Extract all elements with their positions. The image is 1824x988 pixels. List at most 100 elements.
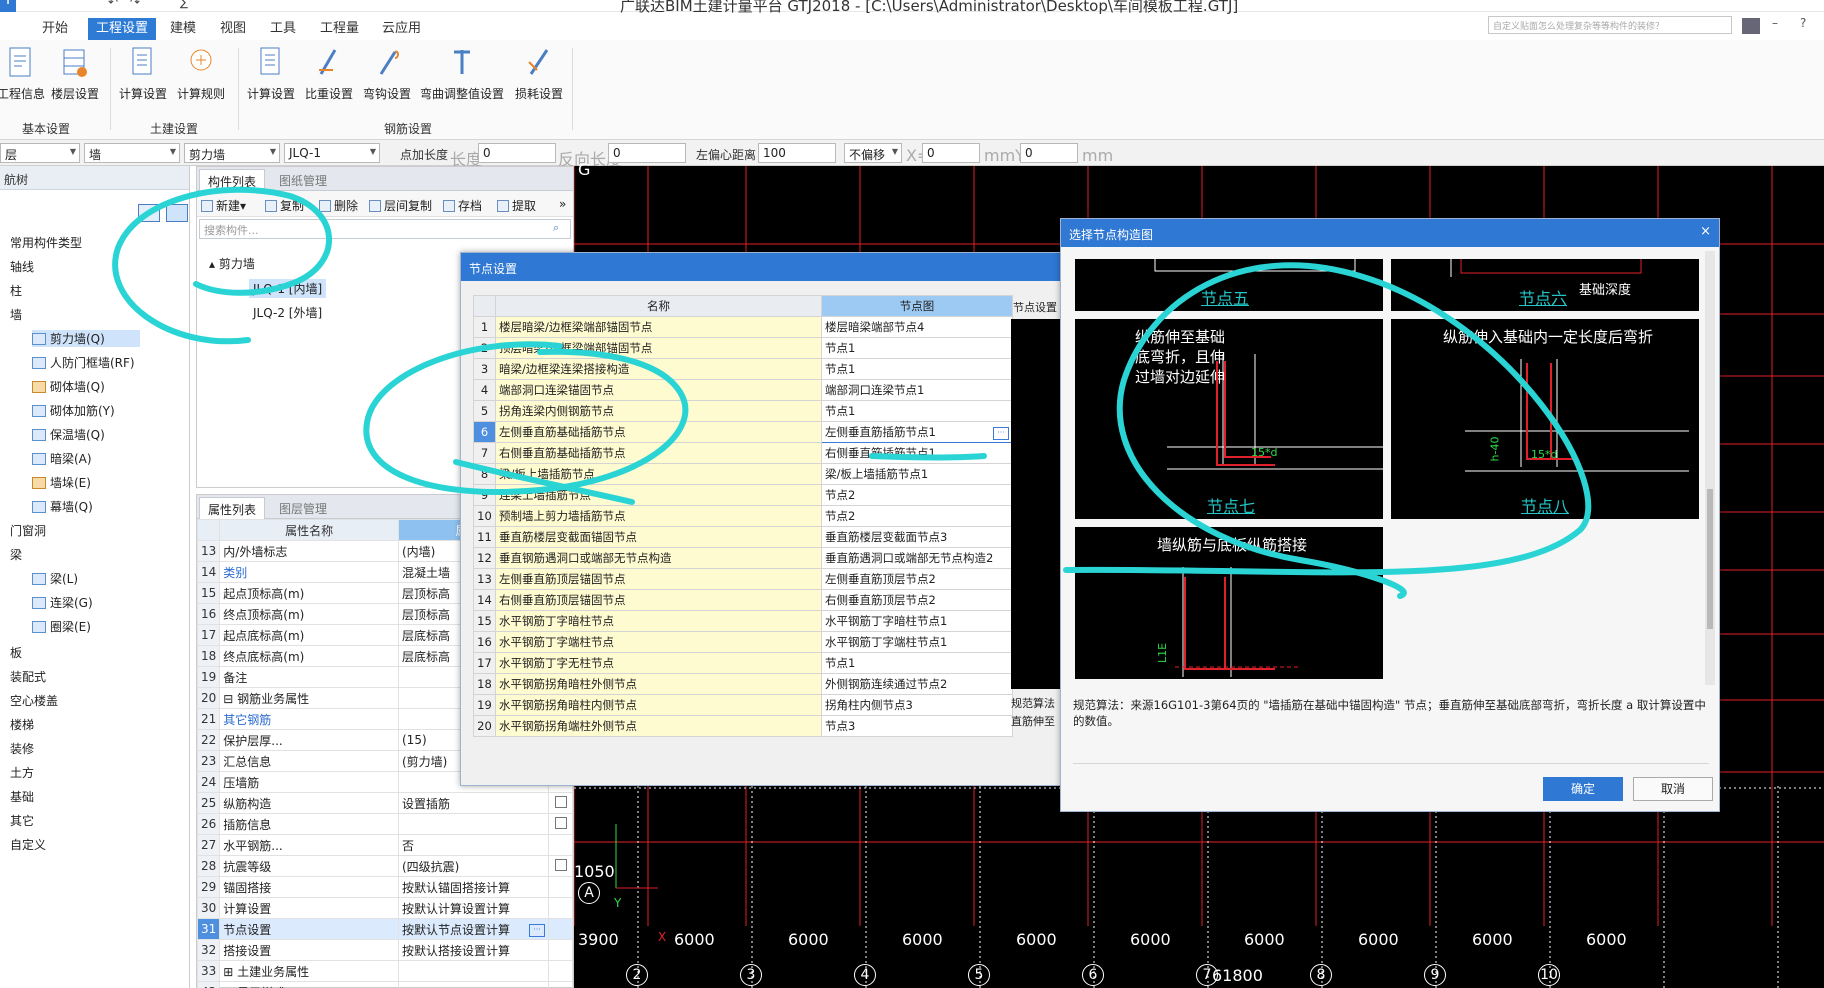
y-input[interactable]: 0	[1020, 143, 1078, 163]
nav-insulation-wall[interactable]: 保温墙(Q)	[32, 426, 105, 443]
node-row[interactable]: 8 梁/板上墙插筋节点 梁/板上墙插筋节点1	[473, 463, 1013, 485]
node-value-cell[interactable]: 水平钢筋丁字暗柱节点1	[821, 610, 1013, 632]
nav-decoration[interactable]: 装修	[10, 740, 34, 757]
nav-column[interactable]: 柱	[10, 282, 22, 299]
property-value-cell[interactable]: 否	[398, 834, 549, 856]
calc-rules-button[interactable]: 计算规则	[172, 46, 230, 102]
node-row[interactable]: 14 右侧垂直筋顶层锚固节点 右侧垂直筋顶层节点2	[473, 589, 1013, 611]
nav-common-types[interactable]: 常用构件类型	[10, 234, 82, 251]
node-row[interactable]: 12 垂直钢筋遇洞口或端部无节点构造 垂直筋遇洞口或端部无节点构造2	[473, 547, 1013, 569]
node-row[interactable]: 19 水平钢筋拐角暗柱内侧节点 拐角柱内侧节点3	[473, 694, 1013, 716]
node-value-cell[interactable]: 节点2	[821, 505, 1013, 527]
category-select[interactable]: 墙 ▼	[84, 143, 180, 163]
undo-icon[interactable]: ↶	[108, 0, 118, 9]
element-select[interactable]: JLQ-1 ▼	[284, 143, 380, 163]
property-value-cell[interactable]: 设置插筋	[398, 792, 549, 814]
nav-axis[interactable]: 轴线	[10, 258, 34, 275]
node-value-cell[interactable]: 右侧垂直筋顶层节点2	[821, 589, 1013, 611]
project-info-button[interactable]: 工程信息	[0, 46, 50, 102]
node-row[interactable]: 4 端部洞口连梁锚固节点 端部洞口连梁节点1	[473, 379, 1013, 401]
nav-masonry-wall[interactable]: 砌体墙(Q)	[32, 378, 105, 395]
property-checkbox[interactable]	[554, 795, 567, 808]
bend-adjust-button[interactable]: 弯曲调整值设置	[418, 46, 506, 102]
property-value-cell[interactable]: 按默认计算设置计算	[398, 897, 549, 919]
node-row[interactable]: 9 连梁上墙插筋节点 节点2	[473, 484, 1013, 506]
node-value-cell[interactable]: 节点2	[821, 484, 1013, 506]
node-cell-7[interactable]: 纵筋伸至基础底弯折，且伸过墙对边延伸 15*d 节点七	[1075, 319, 1383, 519]
more-icon[interactable]: »	[559, 197, 566, 211]
node-value-cell[interactable]: 左侧垂直筋顶层节点2	[821, 568, 1013, 590]
node-value-cell[interactable]: 楼层暗梁端部节点4	[821, 316, 1013, 338]
property-value-cell[interactable]: 按默认锚固搭接计算	[398, 876, 549, 898]
node-value-cell[interactable]: 拐角柱内侧节点3	[821, 694, 1013, 716]
component-item-jlq2[interactable]: JLQ-2 [外墙]	[249, 303, 326, 322]
node-cell-5[interactable]: 节点五	[1075, 259, 1383, 311]
node-value-cell[interactable]: 节点1	[821, 337, 1013, 359]
node-cell-9[interactable]: 墙纵筋与底板纵筋搭接 L1E	[1075, 527, 1383, 679]
select-dialog-scrollbar[interactable]	[1705, 251, 1715, 685]
tab-component-list[interactable]: 构件列表	[199, 169, 266, 191]
nav-openings[interactable]: 门窗洞	[10, 522, 46, 539]
property-row[interactable]: 29 锚固搭接 按默认锚固搭接计算	[196, 876, 573, 898]
node-row[interactable]: 13 左侧垂直筋顶层锚固节点 左侧垂直筋顶层节点2	[473, 568, 1013, 590]
menu-tools[interactable]: 工具	[262, 18, 304, 40]
node-value-cell[interactable]: 垂直筋遇洞口或端部无节点构造2	[821, 547, 1013, 569]
ellipsis-button[interactable]: ···	[529, 923, 545, 937]
property-row[interactable]: 33 ⊞ 土建业务属性	[196, 960, 573, 982]
loss-settings-button[interactable]: 损耗设置	[510, 46, 568, 102]
nav-earthwork[interactable]: 土方	[10, 764, 34, 781]
ok-button[interactable]: 确定	[1543, 777, 1623, 801]
node-row[interactable]: 17 水平钢筋丁字无柱节点 节点1	[473, 652, 1013, 674]
floor-select[interactable]: 层 ▼	[0, 143, 80, 163]
help-search-input[interactable]: 自定义贴面怎么处理复杂等等构件的装修？	[1488, 16, 1732, 34]
civil-calc-settings-button[interactable]: 计算设置	[114, 46, 172, 102]
node-value-cell[interactable]: 端部洞口连梁节点1	[821, 379, 1013, 401]
nav-shear-wall[interactable]: 剪力墙(Q)	[32, 330, 140, 347]
cancel-button[interactable]: 取消	[1633, 777, 1713, 801]
nav-hidden-beam[interactable]: 暗梁(A)	[32, 450, 92, 467]
floor-copy-button[interactable]: 层间复制	[369, 197, 432, 214]
node-cell-8[interactable]: 纵筋伸入基础内一定长度后弯折 h-40 15*d 节点八	[1391, 319, 1699, 519]
nav-prefab[interactable]: 装配式	[10, 668, 46, 685]
property-value-cell[interactable]: 按默认搭接设置计算	[398, 939, 549, 961]
tab-property-list[interactable]: 属性列表	[199, 497, 266, 519]
nav-beam[interactable]: 梁	[10, 546, 22, 563]
weight-settings-button[interactable]: 比重设置	[300, 46, 358, 102]
x-input[interactable]: 0	[922, 143, 980, 163]
search-icon[interactable]: ⌕	[553, 221, 559, 235]
offset-input[interactable]: 100	[758, 143, 836, 163]
tree-root-shear-wall[interactable]: ▴ 剪力墙	[209, 255, 255, 272]
node-value-cell[interactable]: 水平钢筋丁字端柱节点1	[821, 631, 1013, 653]
node-row[interactable]: 6 左侧垂直筋基础插筋节点 左侧垂直筋插筋节点1 ···	[473, 421, 1013, 443]
archive-button[interactable]: 存档	[443, 197, 482, 214]
node-value-cell[interactable]: 节点1	[821, 652, 1013, 674]
nav-curtain-wall[interactable]: 幕墙(Q)	[32, 498, 93, 515]
menu-project-settings[interactable]: 工程设置	[88, 18, 157, 40]
property-row[interactable]: 32 搭接设置 按默认搭接设置计算	[196, 939, 573, 961]
scrollbar-thumb[interactable]	[1707, 489, 1713, 629]
node-value-cell[interactable]: 节点1	[821, 400, 1013, 422]
view-toggle-list-icon[interactable]	[138, 204, 160, 222]
view-toggle-grid-icon[interactable]	[166, 204, 188, 222]
property-checkbox[interactable]	[554, 858, 567, 871]
redo-icon[interactable]: ↷	[130, 0, 140, 9]
nav-masonry-rebar[interactable]: 砌体加筋(Y)	[32, 402, 115, 419]
node-row[interactable]: 7 右侧垂直筋基础插筋节点 右侧垂直筋插筋节点1	[473, 442, 1013, 464]
floor-settings-button[interactable]: 楼层设置	[46, 46, 104, 102]
nav-stairs[interactable]: 楼梯	[10, 716, 34, 733]
nav-civil-defense-wall[interactable]: 人防门框墙(RF)	[32, 354, 135, 371]
delete-button[interactable]: 删除	[319, 197, 358, 214]
node-value-cell[interactable]: 节点3	[821, 715, 1013, 737]
menu-home[interactable]: 开始	[34, 18, 76, 40]
menu-quantity[interactable]: 工程量	[312, 18, 367, 40]
node-row[interactable]: 10 预制墙上剪力墙插筋节点 节点2	[473, 505, 1013, 527]
nav-coupling-beam[interactable]: 连梁(G)	[32, 594, 93, 611]
nav-pilaster[interactable]: 墙垛(E)	[32, 474, 91, 491]
hook-settings-button[interactable]: 弯钩设置	[358, 46, 416, 102]
copy-button[interactable]: 复制	[265, 197, 304, 214]
new-button[interactable]: 新建▾	[201, 197, 246, 214]
nav-hollow-floor[interactable]: 空心楼盖	[10, 692, 58, 709]
menu-cloud[interactable]: 云应用	[374, 18, 429, 40]
nav-slab[interactable]: 板	[10, 644, 22, 661]
menu-modeling[interactable]: 建模	[162, 18, 204, 40]
